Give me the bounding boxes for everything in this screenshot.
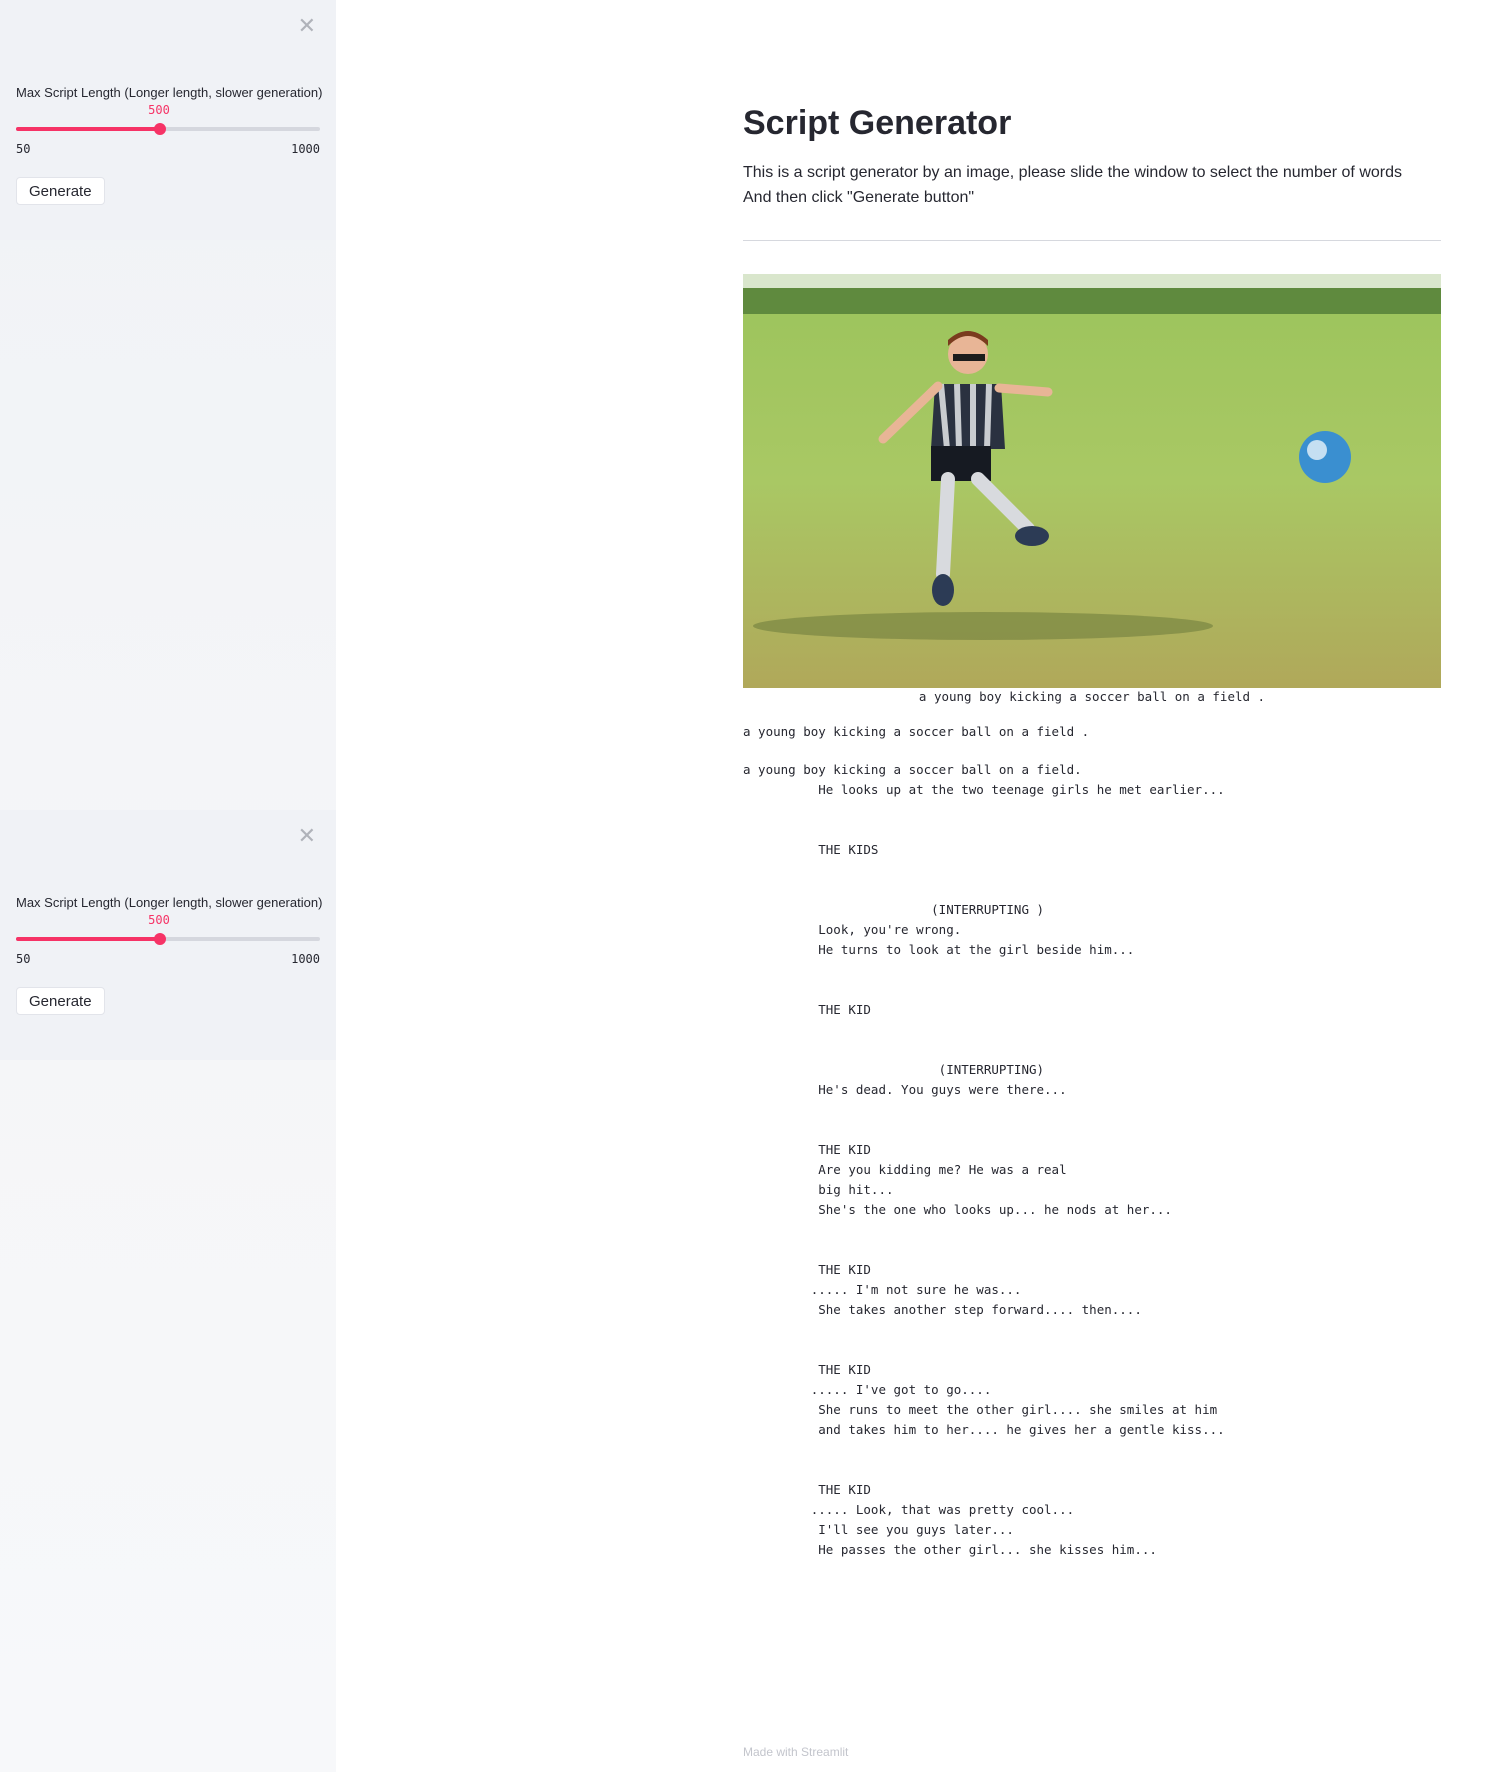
sidebar: ✕ Max Script Length (Longer length, slow… bbox=[0, 0, 336, 1772]
slider-max: 1000 bbox=[291, 142, 320, 156]
description-line-1: This is a script generator by an image, … bbox=[743, 164, 1402, 181]
uploaded-image bbox=[743, 274, 1441, 688]
slider-thumb[interactable] bbox=[154, 123, 166, 135]
caption-text: a young boy kicking a soccer ball on a f… bbox=[743, 724, 1090, 739]
slider-thumb[interactable] bbox=[154, 933, 166, 945]
close-icon[interactable]: ✕ bbox=[298, 16, 316, 38]
slider-min: 50 bbox=[16, 952, 31, 966]
image-caption: a young boy kicking a soccer ball on a f… bbox=[918, 689, 1266, 704]
page-description: This is a script generator by an image, … bbox=[743, 160, 1441, 210]
slider-min: 50 bbox=[16, 142, 31, 156]
slider-track[interactable] bbox=[16, 123, 320, 135]
sidebar-panel-duplicate: ✕ Max Script Length (Longer length, slow… bbox=[0, 810, 336, 1060]
slider-label: Max Script Length (Longer length, slower… bbox=[16, 895, 323, 910]
sidebar-panel: ✕ Max Script Length (Longer length, slow… bbox=[0, 0, 336, 240]
close-icon[interactable]: ✕ bbox=[298, 826, 316, 848]
slider-fill bbox=[16, 127, 160, 131]
slider-label: Max Script Length (Longer length, slower… bbox=[16, 85, 323, 100]
slider-max: 1000 bbox=[291, 952, 320, 966]
slider-fill bbox=[16, 937, 160, 941]
slider-value: 500 bbox=[148, 103, 170, 117]
generate-button[interactable]: Generate bbox=[16, 987, 105, 1015]
page-title: Script Generator bbox=[743, 104, 1012, 142]
description-line-2: And then click "Generate button" bbox=[743, 189, 975, 206]
divider bbox=[743, 240, 1441, 241]
footer-credit[interactable]: Made with Streamlit bbox=[743, 1745, 848, 1759]
generated-script: a young boy kicking a soccer ball on a f… bbox=[743, 762, 1225, 1557]
generate-button[interactable]: Generate bbox=[16, 177, 105, 205]
slider-value: 500 bbox=[148, 913, 170, 927]
soccer-photo bbox=[743, 274, 1441, 688]
slider-track[interactable] bbox=[16, 933, 320, 945]
